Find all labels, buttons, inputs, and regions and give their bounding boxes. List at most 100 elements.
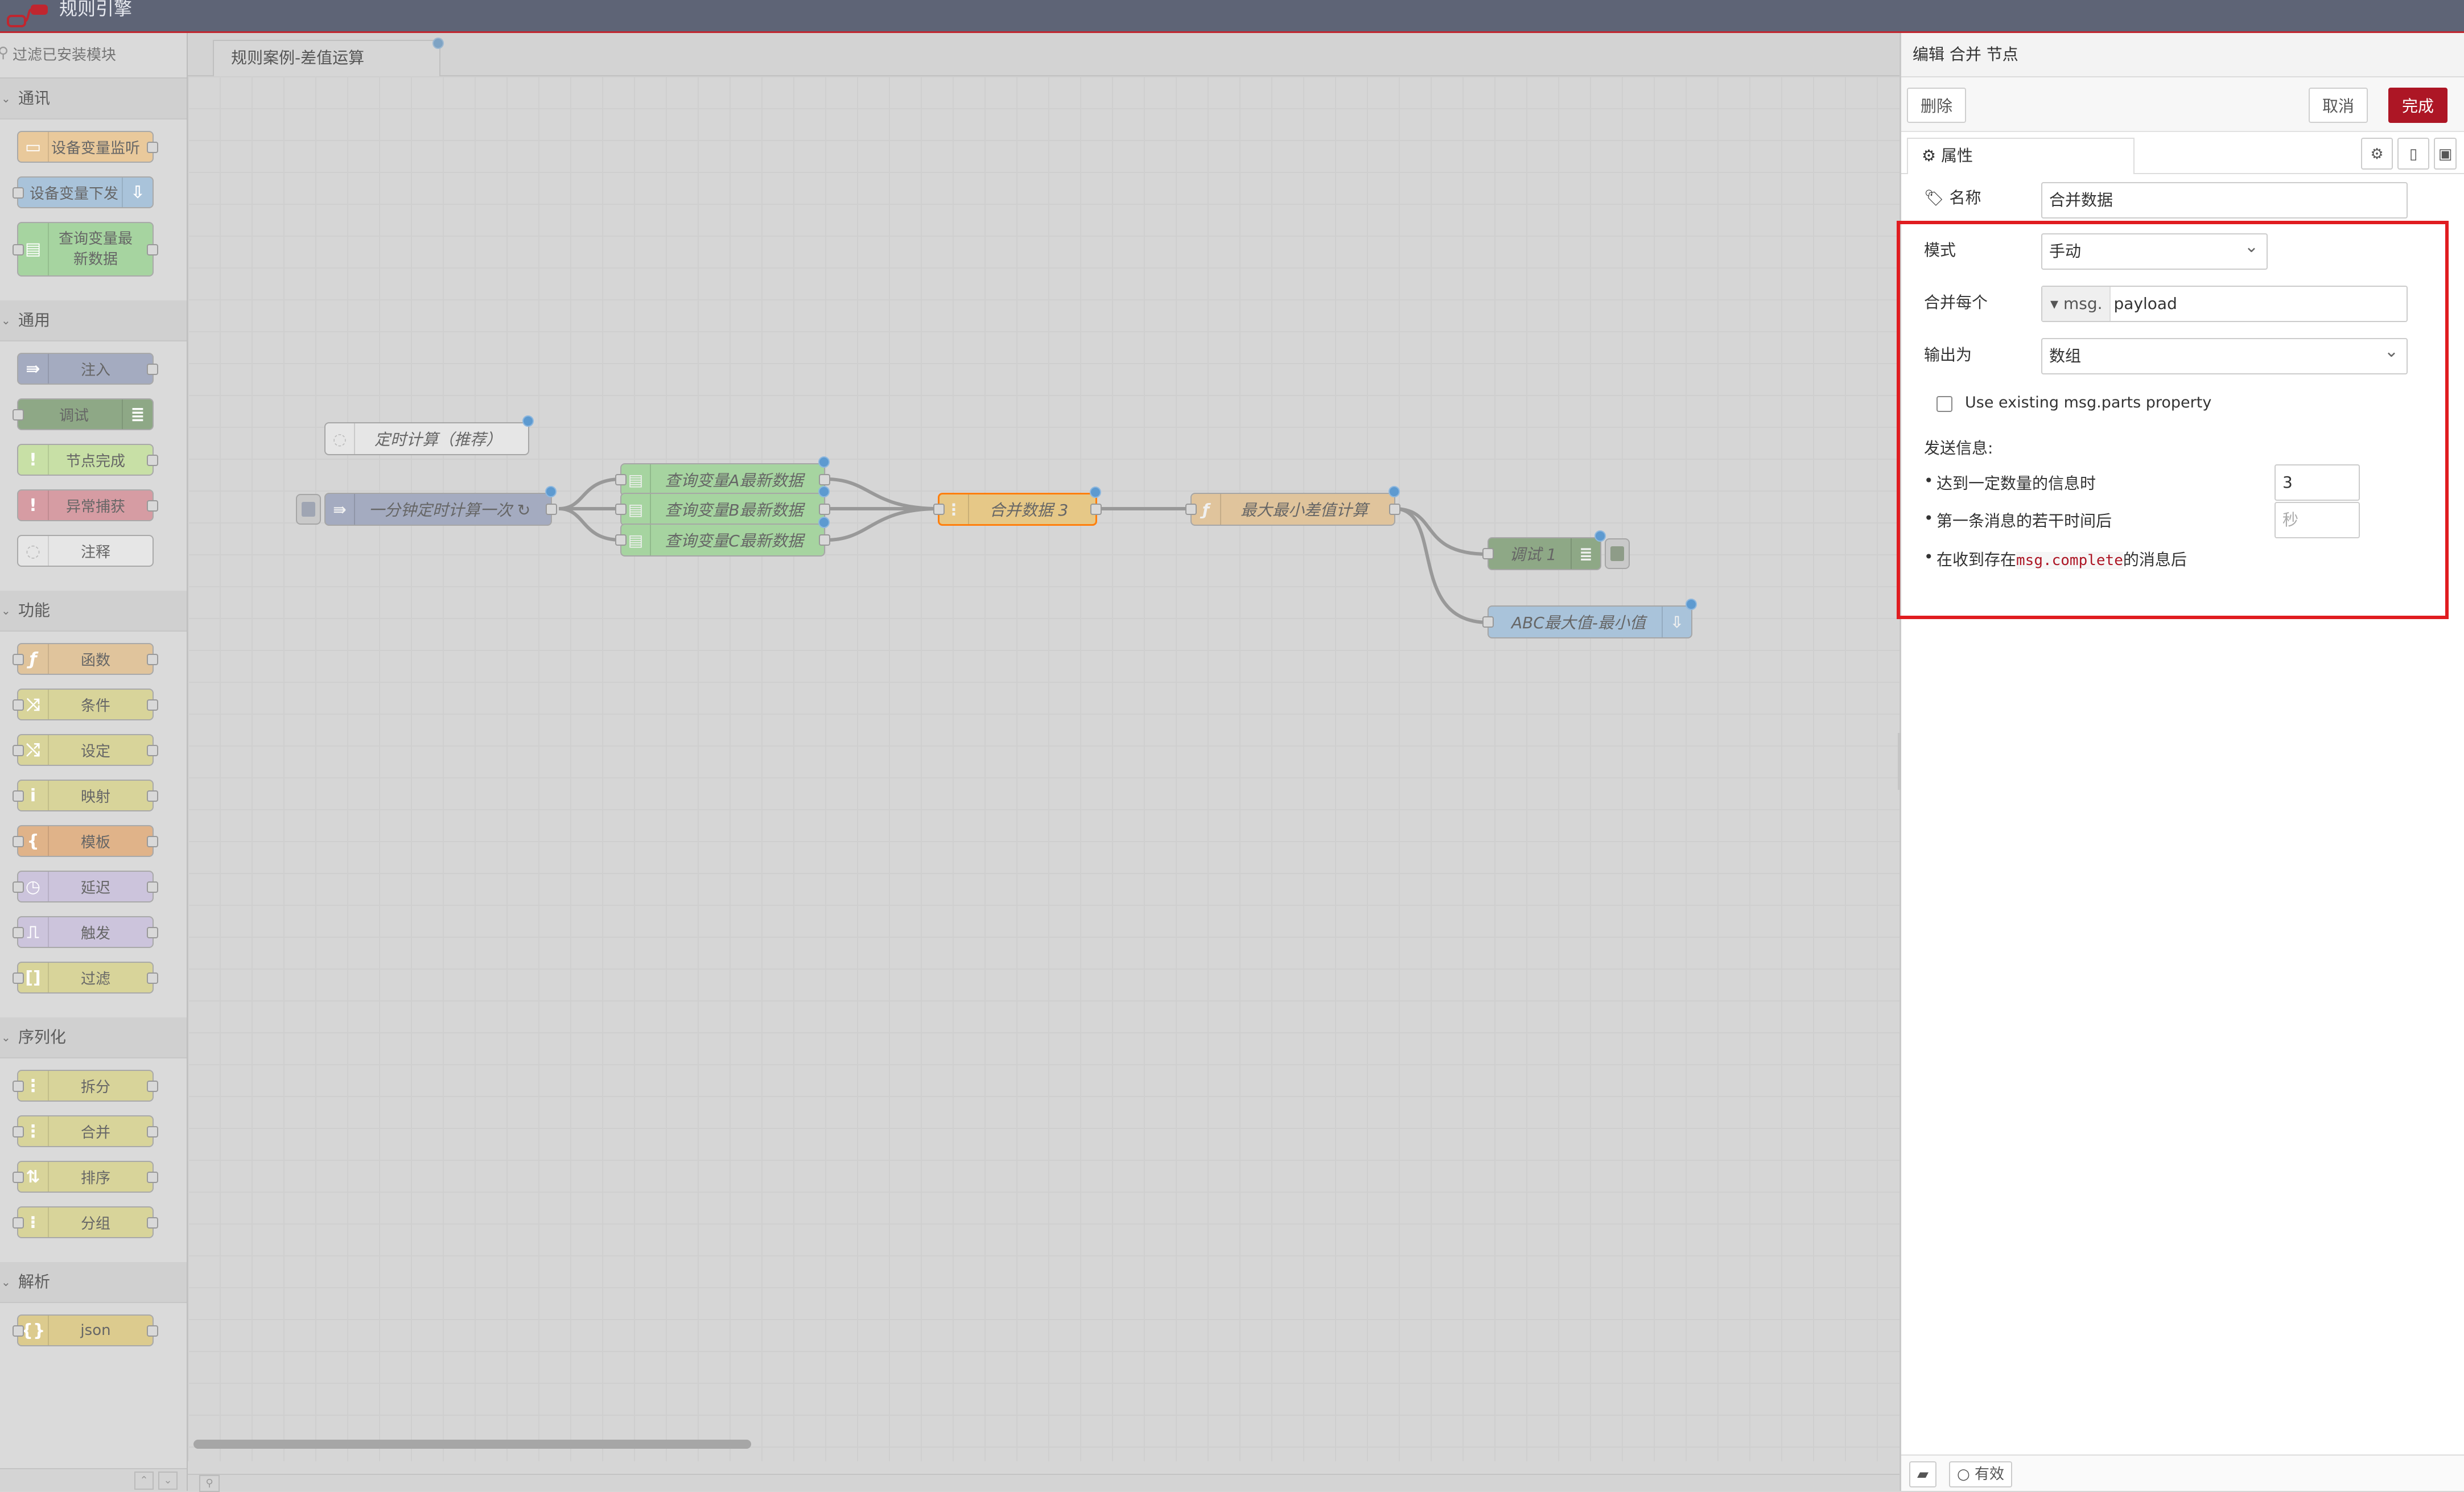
use-parts-checkbox[interactable] (1936, 396, 1952, 412)
after-count-input[interactable]: 3 (2275, 464, 2360, 501)
palette-node-device-listen[interactable]: ▭ 设备变量监听 (17, 131, 158, 163)
flow-node-join[interactable]: ⋮ 合并数据 3 (933, 487, 1102, 526)
flow-node-function[interactable]: ƒ 最大最小差值计算 (1185, 486, 1400, 526)
name-input[interactable]: 合并数据 (2041, 182, 2408, 219)
input-port[interactable] (13, 1081, 24, 1092)
flow-node-query-a[interactable]: ▤ 查询变量A最新数据 (615, 456, 830, 496)
flow-node-device-write[interactable]: ABC最大值-最小值 ⇩ (1482, 599, 1697, 638)
input-port[interactable] (13, 654, 24, 665)
after-time-input[interactable]: 秒 (2275, 502, 2360, 538)
input-port[interactable] (615, 474, 627, 485)
palette-node-function[interactable]: ƒ 函数 (13, 643, 158, 675)
flow-node-query-c[interactable]: ▤ 查询变量C最新数据 (615, 517, 830, 557)
output-port[interactable] (819, 474, 830, 485)
palette-category-parser[interactable]: ⌄ 解析 (0, 1262, 187, 1303)
flow-node-inject[interactable]: ⇛ 一分钟定时计算一次 ↻ (324, 486, 557, 526)
horizontal-scrollbar[interactable] (193, 1440, 751, 1449)
delete-button[interactable]: 删除 (1907, 88, 1967, 123)
palette-node-template[interactable]: { 模板 (13, 825, 158, 857)
done-button[interactable]: 完成 (2388, 88, 2448, 123)
type-select[interactable]: ▾ msg. (2042, 287, 2111, 321)
input-port[interactable] (13, 790, 24, 802)
flow-node-comment[interactable]: ◌ 定时计算（推荐） (324, 415, 534, 455)
input-port[interactable] (13, 244, 24, 255)
input-port[interactable] (13, 409, 24, 421)
output-port[interactable] (147, 1217, 158, 1229)
cancel-button[interactable]: 取消 (2309, 88, 2368, 123)
output-port[interactable] (147, 881, 158, 893)
book-icon[interactable]: ▰ (1909, 1461, 1936, 1487)
output-port[interactable] (1090, 504, 1102, 515)
output-port[interactable] (147, 244, 158, 255)
input-port[interactable] (13, 1172, 24, 1183)
combine-typed-input[interactable]: ▾ msg. payload (2041, 286, 2408, 322)
input-port[interactable] (13, 972, 24, 984)
output-port[interactable] (147, 500, 158, 512)
output-port[interactable] (147, 972, 158, 984)
output-port[interactable] (147, 1081, 158, 1092)
mode-select[interactable]: 手动 (2041, 230, 2268, 270)
palette-node-delay[interactable]: ◷ 延迟 (13, 871, 158, 902)
input-port[interactable] (13, 187, 24, 199)
output-port[interactable] (147, 654, 158, 665)
description-tab-icon[interactable]: ▯ (2397, 138, 2429, 170)
flow-tab[interactable]: 规则案例-差值运算 (213, 38, 444, 76)
palette-node-join[interactable]: ⋮ 合并 (13, 1115, 158, 1147)
output-select[interactable]: 数组 (2041, 335, 2408, 374)
output-port[interactable] (819, 534, 830, 546)
appearance-tab-icon[interactable]: ▣ (2434, 138, 2457, 170)
output-port[interactable] (147, 1126, 158, 1137)
output-port[interactable] (1389, 504, 1400, 515)
search-icon[interactable]: ⚲ (199, 1475, 220, 1492)
palette-node-catch[interactable]: ! 异常捕获 (17, 489, 158, 521)
palette-node-sort[interactable]: ⇅ 排序 (13, 1161, 158, 1193)
settings-tab-icon[interactable]: ⚙ (2361, 138, 2393, 170)
flow-canvas[interactable]: ◌ 定时计算（推荐） ⇛ 一分钟定时计算一次 ↻ ▤ 查询变量A最新数据 ▤ 查… (188, 76, 1899, 1461)
output-port[interactable] (147, 699, 158, 711)
input-port[interactable] (1185, 504, 1197, 515)
palette-category-common[interactable]: ⌄ 通用 (0, 300, 187, 341)
inject-trigger-button[interactable] (296, 494, 321, 525)
palette-node-comment[interactable]: ◌ 注释 (17, 535, 154, 567)
input-port[interactable] (13, 927, 24, 938)
output-port[interactable] (147, 364, 158, 375)
output-port[interactable] (147, 1325, 158, 1337)
input-port[interactable] (615, 504, 627, 515)
palette-node-batch[interactable]: ⁝ 分组 (13, 1206, 158, 1238)
palette-filter-input[interactable] (11, 41, 179, 69)
output-port[interactable] (147, 745, 158, 756)
input-port[interactable] (13, 1217, 24, 1229)
palette-node-inject[interactable]: ⇛ 注入 (17, 353, 158, 385)
output-port[interactable] (147, 927, 158, 938)
collapse-down-icon[interactable]: ⌄ (158, 1472, 178, 1490)
tray-resize-handle[interactable] (1898, 733, 1901, 790)
debug-toggle-button[interactable] (1605, 538, 1630, 569)
palette-node-complete[interactable]: ! 节点完成 (17, 444, 158, 476)
enabled-toggle[interactable]: ○ 有效 (1949, 1461, 2012, 1487)
output-port[interactable] (147, 790, 158, 802)
palette-category-sequence[interactable]: ⌄ 序列化 (0, 1017, 187, 1058)
input-port[interactable] (13, 699, 24, 711)
input-port[interactable] (615, 534, 627, 546)
palette-node-trigger[interactable]: ⎍ 触发 (13, 916, 158, 948)
input-port[interactable] (933, 504, 945, 515)
input-port[interactable] (13, 836, 24, 847)
input-port[interactable] (13, 1126, 24, 1137)
output-port[interactable] (147, 455, 158, 466)
output-port[interactable] (147, 1172, 158, 1183)
palette-node-split[interactable]: ⋮ 拆分 (13, 1070, 158, 1102)
input-port[interactable] (13, 1325, 24, 1337)
palette-category-comms[interactable]: ⌄ 通讯 (0, 79, 187, 119)
input-port[interactable] (13, 745, 24, 756)
output-port[interactable] (147, 836, 158, 847)
flow-node-query-b[interactable]: ▤ 查询变量B最新数据 (615, 486, 830, 526)
palette-category-function[interactable]: ⌄ 功能 (0, 591, 187, 632)
flow-node-debug[interactable]: 调试 1 ≣ (1482, 530, 1606, 570)
palette-node-debug[interactable]: 调试 ≣ (13, 398, 154, 430)
input-port[interactable] (13, 881, 24, 893)
palette-node-filter[interactable]: [] 过滤 (13, 962, 158, 994)
palette-node-range[interactable]: i 映射 (13, 780, 158, 811)
output-port[interactable] (819, 504, 830, 515)
palette-node-device-write[interactable]: 设备变量下发 ⇩ (13, 176, 154, 208)
input-port[interactable] (1482, 548, 1494, 559)
